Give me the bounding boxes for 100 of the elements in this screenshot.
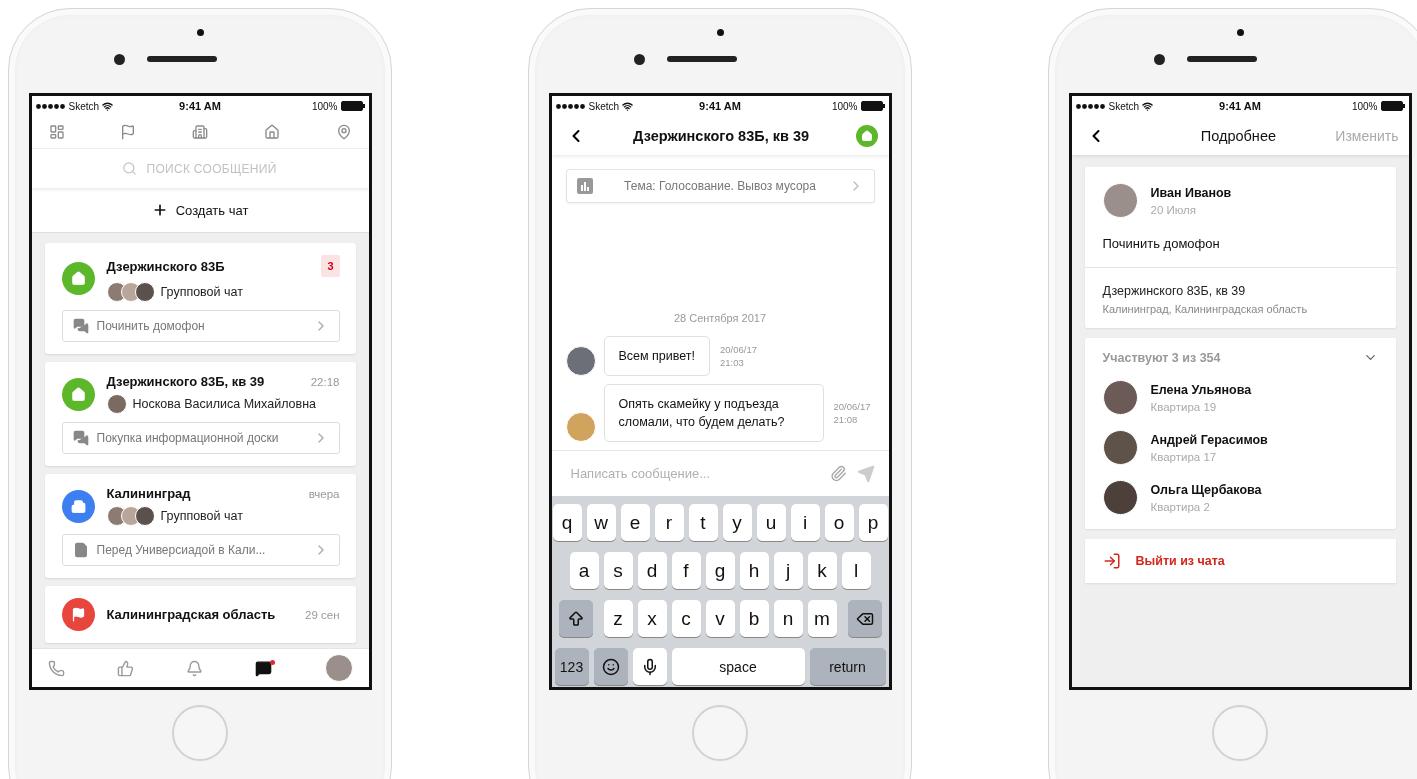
message-bubble: Всем привет! [603,336,711,376]
topic-link[interactable]: Тема: Голосование. Вывоз мусора [565,169,875,203]
key[interactable]: j [773,552,803,589]
dictation-key[interactable] [632,648,667,685]
house-icon[interactable] [856,124,879,147]
topic-link[interactable]: Покупка информационной доски [61,422,340,454]
leave-chat-button[interactable]: Выйти из чата [1084,539,1396,583]
chat-card[interactable]: Калининград вчера Групповой чат Перед Универсиадой в Кали... [44,474,356,578]
key[interactable]: x [637,600,667,637]
status-time: 9:41 AM [1219,100,1261,112]
topic-link[interactable]: Починить домофон [61,310,340,342]
sensor-dot [196,29,204,36]
chat-title: Калининград [106,486,191,501]
key[interactable]: p [858,504,888,541]
like-icon [116,659,134,677]
key[interactable]: t [688,504,718,541]
phone-nav-icon[interactable] [47,659,65,677]
key[interactable]: g [705,552,735,589]
sensor-dot [1236,29,1244,36]
battery-percent: 100% [831,100,858,112]
house-icon[interactable] [263,124,280,140]
key[interactable]: e [620,504,650,541]
carrier-label: Sketch [588,100,620,112]
chats-nav-icon[interactable] [255,659,273,677]
chat-card[interactable]: Дзержинского 83Б 3 Групповой чат Починить домофон [44,243,356,354]
message-bubble: Опять скамейку у подъезда сломали, что будем делать? [603,384,824,442]
chat-subject: Починить домофон [1102,236,1221,251]
participant-apartment: Квартира 19 [1150,400,1218,413]
key[interactable]: f [671,552,701,589]
key[interactable]: w [586,504,616,541]
battery-percent: 100% [311,100,338,112]
search-field[interactable]: ПОИСК СООБЩЕНИЙ [144,160,279,177]
wifi-icon [622,100,634,112]
chat-card[interactable]: Дзержинского 83Б, кв 39 22:18 Носкова Василиса Михайловна Покупка информационной доски [44,362,356,466]
message-field[interactable]: Написать сообщение... [568,465,820,482]
signal-icon [555,103,586,109]
carrier-label: Sketch [1108,100,1140,112]
shift-key[interactable] [558,600,593,637]
key[interactable]: c [671,600,701,637]
key[interactable]: k [807,552,837,589]
participant-item[interactable]: Ольга Щербакова Квартира 2 [1102,480,1378,515]
address-line: Дзержинского 83Б, кв 39 [1102,284,1247,298]
key[interactable]: l [841,552,871,589]
map-pin-icon[interactable] [335,124,352,140]
signal-icon [35,103,66,109]
paperclip-icon[interactable] [829,465,847,482]
key[interactable]: o [824,504,854,541]
avatar [565,346,596,376]
like-nav-icon[interactable] [116,659,134,677]
notification-dot [270,659,276,665]
key[interactable]: y [722,504,752,541]
key[interactable]: d [637,552,667,589]
numbers-key[interactable]: 123 [554,648,589,685]
screen-title: Подробнее [1200,127,1276,144]
key[interactable]: s [603,552,633,589]
camera-lens [633,53,645,65]
flag-icon[interactable] [120,124,137,140]
backspace-key[interactable] [847,600,882,637]
status-time: 9:41 AM [699,100,741,112]
speaker-grille [666,56,737,62]
chat-time: 22:18 [310,375,340,388]
participant-name: Андрей Герасимов [1150,432,1268,447]
flag-icon [70,607,86,622]
participant-name: Елена Ульянова [1150,382,1252,397]
participant-item[interactable]: Андрей Герасимов Квартира 17 [1102,430,1378,465]
emoji-key[interactable] [593,648,628,685]
topic-link[interactable]: Перед Универсиадой в Кали... [61,534,340,566]
key[interactable]: a [569,552,599,589]
chat-card[interactable]: Калининградская область 29 сен [44,586,356,643]
speaker-grille [146,56,217,62]
key[interactable]: b [739,600,769,637]
participant-name: Ольга Щербакова [1150,482,1262,497]
profile-avatar[interactable] [324,654,353,682]
dashboard-icon[interactable] [48,124,65,140]
bell-nav-icon[interactable] [186,659,203,677]
key[interactable]: i [790,504,820,541]
home-icon [70,271,86,286]
key[interactable]: z [603,600,633,637]
key[interactable]: v [705,600,735,637]
participant-apartment: Квартира 2 [1150,500,1211,513]
home-icon [70,386,86,402]
avatar [565,412,596,442]
search-icon [121,161,137,176]
carrier-label: Sketch [68,100,100,112]
avatar [1102,183,1138,218]
wifi-icon [1142,100,1154,112]
space-key[interactable]: space [671,648,805,685]
participant-item[interactable]: Елена Ульянова Квартира 19 [1102,380,1378,415]
camera-lens [1153,53,1165,65]
message-time: 21:03 [720,356,745,369]
key[interactable]: h [739,552,769,589]
shift-icon [566,609,585,628]
key[interactable]: m [807,600,837,637]
message-date: 20/06/17 [833,400,871,413]
avatar [1102,380,1138,415]
return-key[interactable]: return [809,648,886,685]
key[interactable]: q [552,504,582,541]
key[interactable]: n [773,600,803,637]
key[interactable]: u [756,504,786,541]
key[interactable]: r [654,504,684,541]
